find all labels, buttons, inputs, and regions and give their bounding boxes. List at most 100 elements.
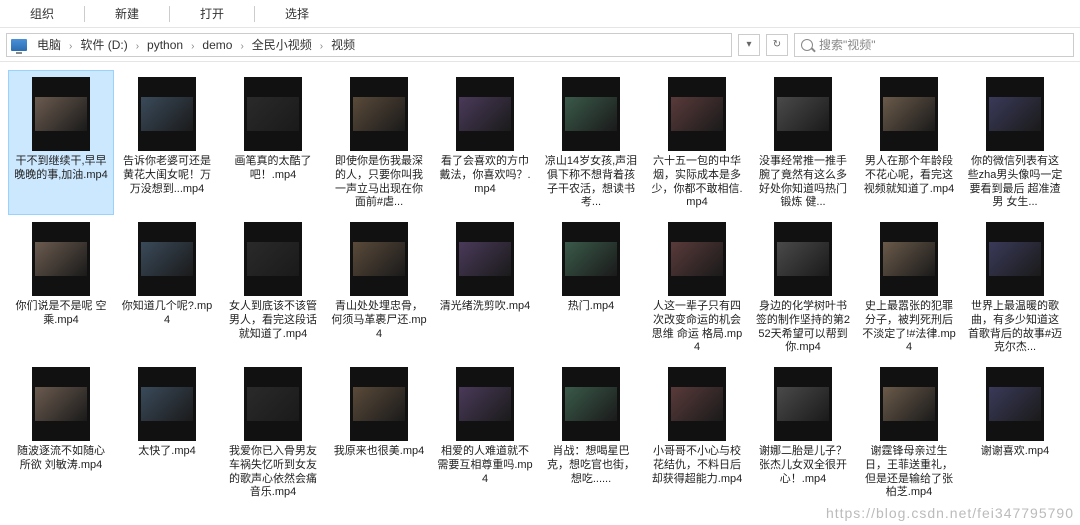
video-thumbnail (880, 222, 938, 296)
video-thumbnail (138, 77, 196, 151)
search-placeholder: 搜索"视频" (819, 36, 876, 53)
video-thumbnail (244, 367, 302, 441)
file-name: 我爱你已入骨男友车祸失忆听到女友的歌声心依然会痛音乐.mp4 (225, 445, 321, 500)
file-item[interactable]: 肖战：想喝星巴克，想吃官也街，想吃...... (538, 360, 644, 505)
file-item[interactable]: 我爱你已入骨男友车祸失忆听到女友的歌声心依然会痛音乐.mp4 (220, 360, 326, 505)
file-name: 谢霆锋母亲过生日，王菲送重礼，但是还是输给了张柏芝.mp4 (861, 445, 957, 500)
video-thumbnail (986, 367, 1044, 441)
chevron-right-icon: › (238, 41, 245, 52)
file-name: 告诉你老婆可还是黄花大闺女呢！万万没想到...mp4 (119, 155, 215, 196)
file-item[interactable]: 史上最嚣张的犯罪分子，被判死刑后不淡定了!#法律.mp4 (856, 215, 962, 360)
breadcrumb-segment[interactable]: 视频 (325, 38, 361, 52)
file-item[interactable]: 女人到底该不该管男人，看完这段话就知道了.mp4 (220, 215, 326, 360)
breadcrumb[interactable]: 电脑›软件 (D:)›python›demo›全民小视频›视频 (6, 33, 732, 57)
file-item[interactable]: 谢娜二胎是儿子？张杰儿女双全很开心！.mp4 (750, 360, 856, 505)
file-name: 太快了.mp4 (119, 445, 215, 459)
file-item[interactable]: 谢霆锋母亲过生日，王菲送重礼，但是还是输给了张柏芝.mp4 (856, 360, 962, 505)
video-thumbnail (668, 77, 726, 151)
file-item[interactable]: 画笔真的太酷了吧！.mp4 (220, 70, 326, 215)
breadcrumb-segment[interactable]: python (141, 38, 189, 52)
video-thumbnail (350, 367, 408, 441)
file-name: 热门.mp4 (543, 300, 639, 314)
file-name: 肖战：想喝星巴克，想吃官也街，想吃...... (543, 445, 639, 486)
breadcrumb-segment[interactable]: demo (196, 38, 238, 52)
file-item[interactable]: 干不到继续干,早早晚晚的事,加油.mp4 (8, 70, 114, 215)
file-name: 你的微信列表有这些zha男头像吗一定要看到最后 超准渣男 女生... (967, 155, 1063, 210)
file-name: 干不到继续干,早早晚晚的事,加油.mp4 (13, 155, 109, 183)
file-item[interactable]: 你们说是不是呢 空乘.mp4 (8, 215, 114, 360)
chevron-right-icon: › (134, 41, 141, 52)
video-thumbnail (562, 367, 620, 441)
video-thumbnail (986, 222, 1044, 296)
video-thumbnail (774, 367, 832, 441)
file-item[interactable]: 青山处处埋忠骨，何须马革裹尸还.mp4 (326, 215, 432, 360)
video-thumbnail (562, 77, 620, 151)
toolbar-organize[interactable]: 组织 (0, 5, 84, 22)
video-thumbnail (138, 222, 196, 296)
file-item[interactable]: 男人在那个年龄段不花心呢，看完这视频就知道了.mp4 (856, 70, 962, 215)
file-name: 没事经常推一推手腕了竟然有这么多好处你知道吗热门 锻炼 健... (755, 155, 851, 210)
file-item[interactable]: 你知道几个呢?.mp4 (114, 215, 220, 360)
file-name: 看了会喜欢的方巾戴法，你喜欢吗？.mp4 (437, 155, 533, 196)
breadcrumb-segment[interactable]: 软件 (D:) (74, 38, 133, 52)
file-item[interactable]: 小哥哥不小心与校花结仇，不料日后却获得超能力.mp4 (644, 360, 750, 505)
address-bar: 电脑›软件 (D:)›python›demo›全民小视频›视频 ▾ ↻ 搜索"视… (0, 28, 1080, 62)
video-thumbnail (138, 367, 196, 441)
file-name: 世界上最温暖的歌曲，有多少知道这首歌背后的故事#迈克尔杰... (967, 300, 1063, 355)
toolbar-select[interactable]: 选择 (255, 5, 339, 22)
file-item[interactable]: 随波逐流不如随心所欲 刘敏涛.mp4 (8, 360, 114, 505)
file-name: 相爱的人难道就不需要互相尊重吗.mp4 (437, 445, 533, 486)
file-item[interactable]: 看了会喜欢的方巾戴法，你喜欢吗？.mp4 (432, 70, 538, 215)
file-item[interactable]: 你的微信列表有这些zha男头像吗一定要看到最后 超准渣男 女生... (962, 70, 1068, 215)
refresh-button[interactable]: ↻ (766, 34, 788, 56)
file-name: 清光绪洗剪吹.mp4 (437, 300, 533, 314)
file-name: 你知道几个呢?.mp4 (119, 300, 215, 328)
file-item[interactable]: 我原来也很美.mp4 (326, 360, 432, 505)
file-name: 人这一辈子只有四次改变命运的机会思维 命运 格局.mp4 (649, 300, 745, 355)
file-item[interactable]: 热门.mp4 (538, 215, 644, 360)
file-name: 史上最嚣张的犯罪分子，被判死刑后不淡定了!#法律.mp4 (861, 300, 957, 355)
file-item[interactable]: 六十五一包的中华烟，实际成本是多少，你都不敢相信.mp4 (644, 70, 750, 215)
search-icon (801, 39, 813, 51)
video-thumbnail (350, 222, 408, 296)
video-thumbnail (774, 77, 832, 151)
file-item[interactable]: 清光绪洗剪吹.mp4 (432, 215, 538, 360)
file-name: 即使你是伤我最深的人，只要你叫我一声立马出现在你面前#虐... (331, 155, 427, 210)
file-name: 小哥哥不小心与校花结仇，不料日后却获得超能力.mp4 (649, 445, 745, 486)
video-thumbnail (244, 222, 302, 296)
video-thumbnail (456, 222, 514, 296)
file-item[interactable]: 即使你是伤我最深的人，只要你叫我一声立马出现在你面前#虐... (326, 70, 432, 215)
video-thumbnail (350, 77, 408, 151)
toolbar: 组织 新建 打开 选择 (0, 0, 1080, 28)
video-thumbnail (32, 222, 90, 296)
file-grid: 干不到继续干,早早晚晚的事,加油.mp4 告诉你老婆可还是黄花大闺女呢！万万没想到… (0, 62, 1080, 525)
video-thumbnail (774, 222, 832, 296)
file-item[interactable]: 身边的化学树叶书签的制作坚持的第252天希望可以帮到你.mp4 (750, 215, 856, 360)
file-item[interactable]: 相爱的人难道就不需要互相尊重吗.mp4 (432, 360, 538, 505)
video-thumbnail (562, 222, 620, 296)
file-item[interactable]: 世界上最温暖的歌曲，有多少知道这首歌背后的故事#迈克尔杰... (962, 215, 1068, 360)
file-item[interactable]: 告诉你老婆可还是黄花大闺女呢！万万没想到...mp4 (114, 70, 220, 215)
file-name: 青山处处埋忠骨，何须马革裹尸还.mp4 (331, 300, 427, 341)
file-item[interactable]: 太快了.mp4 (114, 360, 220, 505)
file-name: 随波逐流不如随心所欲 刘敏涛.mp4 (13, 445, 109, 473)
toolbar-open[interactable]: 打开 (170, 5, 254, 22)
video-thumbnail (244, 77, 302, 151)
breadcrumb-segment[interactable]: 电脑 (31, 38, 67, 52)
dropdown-button[interactable]: ▾ (738, 34, 760, 56)
video-thumbnail (986, 77, 1044, 151)
file-item[interactable]: 没事经常推一推手腕了竟然有这么多好处你知道吗热门 锻炼 健... (750, 70, 856, 215)
search-input[interactable]: 搜索"视频" (794, 33, 1074, 57)
file-name: 女人到底该不该管男人，看完这段话就知道了.mp4 (225, 300, 321, 341)
file-name: 谢谢喜欢.mp4 (967, 445, 1063, 459)
toolbar-new[interactable]: 新建 (85, 5, 169, 22)
file-name: 你们说是不是呢 空乘.mp4 (13, 300, 109, 328)
file-name: 六十五一包的中华烟，实际成本是多少，你都不敢相信.mp4 (649, 155, 745, 210)
file-name: 身边的化学树叶书签的制作坚持的第252天希望可以帮到你.mp4 (755, 300, 851, 355)
breadcrumb-segment[interactable]: 全民小视频 (246, 38, 318, 52)
video-thumbnail (32, 77, 90, 151)
file-item[interactable]: 人这一辈子只有四次改变命运的机会思维 命运 格局.mp4 (644, 215, 750, 360)
file-name: 我原来也很美.mp4 (331, 445, 427, 459)
file-item[interactable]: 凉山14岁女孩,声泪俱下称不想背着孩子干农活，想读书考... (538, 70, 644, 215)
file-item[interactable]: 谢谢喜欢.mp4 (962, 360, 1068, 505)
